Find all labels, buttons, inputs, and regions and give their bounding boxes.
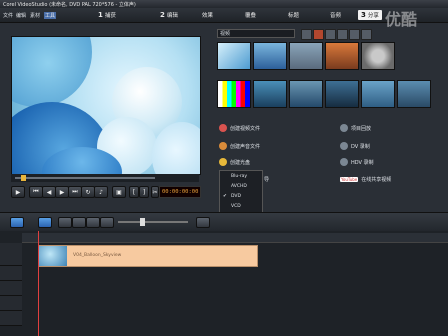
step-overlay[interactable]: 覆叠	[245, 10, 256, 20]
timeline-view-button[interactable]	[38, 217, 52, 228]
timecode-display[interactable]: 00:00:00:00	[159, 186, 202, 198]
library-thumb[interactable]	[361, 80, 395, 108]
end-button[interactable]: ⏭	[68, 186, 82, 198]
audio-mixer-button[interactable]	[100, 217, 114, 228]
video-track-header[interactable]	[0, 243, 22, 266]
menu-clip[interactable]: 素材	[30, 12, 40, 19]
zoom-slider[interactable]	[118, 221, 188, 223]
folder-icon[interactable]	[325, 29, 336, 40]
playback-icon	[340, 124, 348, 132]
create-video-file-button[interactable]: 创建视频文件	[219, 124, 260, 132]
library-thumb[interactable]	[253, 80, 287, 108]
undo-button[interactable]	[58, 217, 72, 228]
menu-file[interactable]: 文件	[3, 12, 13, 19]
timeline-toolbar	[0, 212, 448, 232]
step-title[interactable]: 标题	[288, 10, 299, 20]
playhead[interactable]	[38, 231, 39, 336]
home-button[interactable]: ⏮	[29, 186, 43, 198]
check-icon: ✔	[223, 194, 227, 199]
library-thumb[interactable]	[325, 80, 359, 108]
menu-item-avchd[interactable]: AVCHD	[231, 184, 247, 189]
volume-icon[interactable]: ♪	[94, 186, 108, 198]
disc-icon	[219, 158, 227, 166]
add-icon[interactable]	[301, 29, 312, 40]
prev-frame-button[interactable]: ◀	[42, 186, 56, 198]
step-effect[interactable]: 效果	[202, 10, 213, 20]
library-toolbar: 视频	[217, 28, 447, 40]
share-online-button[interactable]: YouTube 在线共享视频	[340, 176, 391, 183]
redo-button[interactable]	[72, 217, 86, 228]
preview-window	[11, 36, 201, 175]
zoom-slider-handle[interactable]	[140, 218, 145, 226]
hdv-icon	[340, 158, 348, 166]
project-playback-button[interactable]: 项目回放	[340, 124, 371, 132]
play-button[interactable]: ▶	[11, 186, 25, 198]
voice-track-header[interactable]	[0, 296, 22, 311]
scrub-handle[interactable]	[21, 175, 26, 181]
title-track-header[interactable]	[0, 281, 22, 296]
library-select[interactable]: 视频	[217, 29, 295, 38]
menu-item-dvd[interactable]: DVD	[231, 194, 241, 199]
scrub-bar[interactable]	[11, 174, 199, 182]
fullscreen-button[interactable]: ▣	[112, 186, 126, 198]
step-audio[interactable]: 音频	[330, 10, 341, 20]
library-thumb[interactable]	[397, 80, 431, 108]
dv-record-button[interactable]: DV 录制	[340, 142, 370, 150]
import-icon[interactable]	[313, 29, 324, 40]
repeat-button[interactable]: ↻	[81, 186, 95, 198]
dv-icon	[340, 142, 348, 150]
clip-label: V04_Balloon_Skyview	[73, 253, 122, 258]
menu-tools[interactable]: 工具	[44, 12, 57, 19]
step-bar: 文件 编辑 素材 工具 1 捕获 2 编辑 效果 覆叠 标题 音频 3 分享	[0, 8, 448, 23]
record-button[interactable]	[86, 217, 100, 228]
library-thumb[interactable]	[253, 42, 287, 70]
clip-thumbnail	[39, 246, 67, 266]
library-thumb[interactable]	[289, 80, 323, 108]
playback-controls: ▶ ⏮ ◀ ▶ ⏭ ↻ ♪ ▣ [ ] ✂ 00:00:00:00	[11, 183, 231, 201]
music-track-header[interactable]	[0, 311, 22, 326]
next-frame-button[interactable]: ▶	[55, 186, 69, 198]
library-thumb[interactable]	[325, 42, 359, 70]
sound-file-icon	[219, 142, 227, 150]
step-share[interactable]: 3 分享	[358, 10, 382, 20]
title-bar: Corel VideoStudio (未命名, DVD PAL 720*576 …	[0, 0, 448, 8]
menu-item-bluray[interactable]: Blu-ray	[231, 174, 247, 179]
export-label-partial[interactable]: 导	[264, 176, 269, 183]
library-thumb[interactable]	[217, 80, 251, 108]
menu-item-vcd[interactable]: VCD	[231, 204, 241, 209]
menu-edit[interactable]: 编辑	[16, 12, 26, 19]
step-capture[interactable]: 1 捕获	[98, 10, 116, 20]
mark-in-button[interactable]: [	[129, 186, 139, 198]
video-file-icon	[219, 124, 227, 132]
storyboard-view-button[interactable]	[10, 217, 24, 228]
sort-icon[interactable]	[337, 29, 348, 40]
create-sound-file-button[interactable]: 创建声音文件	[219, 142, 260, 150]
view-icon[interactable]	[349, 29, 360, 40]
create-disc-button[interactable]: 创建光盘	[219, 158, 250, 166]
library-thumb[interactable]	[361, 42, 395, 70]
cut-button[interactable]: ✂	[151, 186, 159, 198]
overlay-track-header[interactable]	[0, 266, 22, 281]
watermark-logo: 优酷	[385, 10, 418, 29]
timeline-panel: V04_Balloon_Skyview	[0, 231, 448, 336]
fit-project-button[interactable]	[196, 217, 210, 228]
hdv-record-button[interactable]: HDV 录制	[340, 158, 374, 166]
mark-out-button[interactable]: ]	[139, 186, 149, 198]
options-icon[interactable]	[361, 29, 372, 40]
step-edit[interactable]: 2 编辑	[160, 10, 178, 20]
youtube-icon: YouTube	[340, 177, 359, 182]
video-clip[interactable]: V04_Balloon_Skyview	[38, 245, 258, 267]
time-ruler[interactable]	[22, 233, 448, 243]
window-title: Corel VideoStudio (未命名, DVD PAL 720*576 …	[3, 2, 136, 8]
library-thumb[interactable]	[289, 42, 323, 70]
library-thumb[interactable]	[217, 42, 251, 70]
